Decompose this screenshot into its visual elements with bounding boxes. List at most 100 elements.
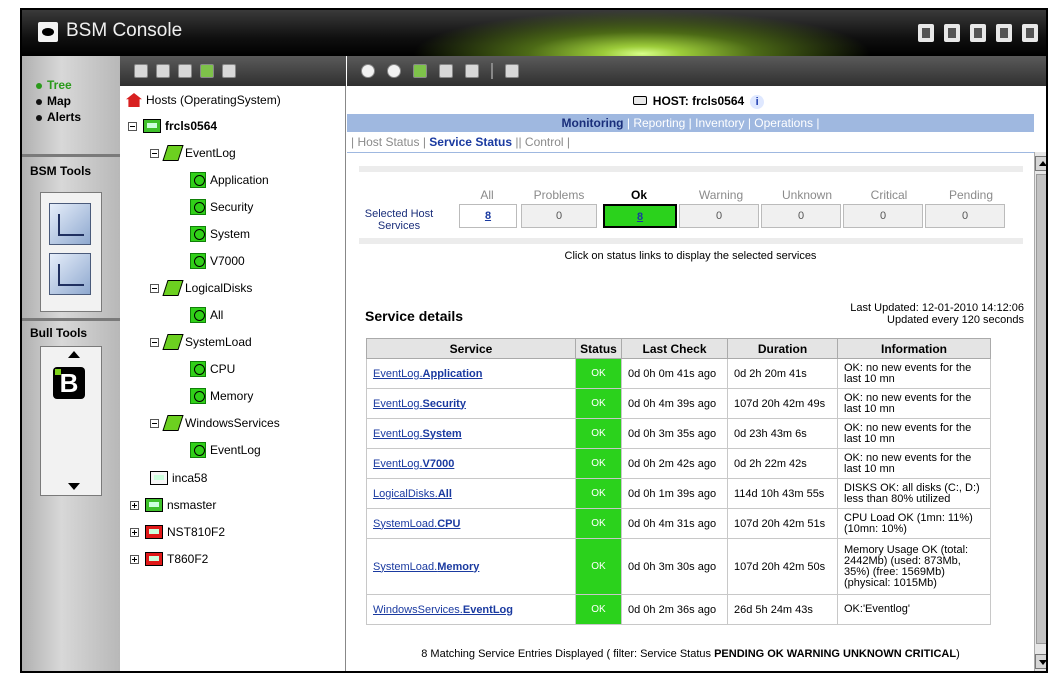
tree-service-item[interactable]: V7000 — [190, 251, 245, 271]
nav-tree-link[interactable]: Tree — [36, 78, 72, 92]
nav-alerts-link[interactable]: Alerts — [36, 110, 81, 124]
last-check-cell: 0d 0h 3m 30s ago — [621, 538, 728, 595]
collapse-icon[interactable] — [150, 418, 159, 428]
pointer-icon[interactable] — [222, 64, 236, 78]
tree-group-eventlog[interactable]: EventLog — [150, 143, 236, 163]
column-header[interactable]: Information — [837, 338, 991, 359]
service-link-name[interactable]: V7000 — [423, 458, 455, 470]
summary-header: Ok — [630, 188, 647, 202]
service-link[interactable]: EventLog. — [373, 458, 423, 470]
tree-host-nsmaster[interactable]: nsmaster — [130, 495, 216, 515]
tree-service-item[interactable]: EventLog — [190, 440, 261, 460]
collapse-icon[interactable] — [128, 121, 137, 131]
top-toolbar — [918, 24, 1038, 42]
information-cell: DISKS OK: all disks (C:, D:) less than 8… — [837, 478, 991, 509]
service-link-name[interactable]: System — [423, 428, 462, 440]
document-icon[interactable] — [944, 24, 960, 42]
bsm-tools-box — [40, 192, 102, 312]
chart-tool-icon[interactable] — [49, 203, 91, 245]
service-link-name[interactable]: EventLog — [463, 604, 513, 616]
nav-map-link[interactable]: Map — [36, 94, 71, 108]
column-header[interactable]: Status — [575, 338, 622, 359]
service-link[interactable]: EventLog. — [373, 368, 423, 380]
service-link[interactable]: EventLog. — [373, 428, 423, 440]
back-icon[interactable] — [361, 64, 375, 78]
service-link[interactable]: LogicalDisks. — [373, 488, 438, 500]
tree-service-item[interactable]: CPU — [190, 359, 235, 379]
table-row: SystemLoad.CPU OK 0d 0h 4m 31s ago 107d 20h… — [366, 508, 991, 539]
tab-monitoring[interactable]: Monitoring — [562, 116, 624, 130]
tree-group-logicaldisks[interactable]: LogicalDisks — [150, 278, 252, 298]
scroll-down-button[interactable] — [1035, 654, 1046, 669]
main-panel: HOST: frcls0564 i Monitoring | Reporting … — [347, 86, 1046, 671]
service-cell: SystemLoad.Memory — [366, 538, 576, 595]
tree-service-item[interactable]: System — [190, 224, 250, 244]
count-all-link[interactable]: 8 — [459, 204, 517, 228]
exit-icon[interactable] — [1022, 24, 1038, 42]
service-link[interactable]: EventLog. — [373, 398, 423, 410]
filter-icon[interactable] — [156, 64, 170, 78]
tree-host-nst810f2[interactable]: NST810F2 — [130, 522, 225, 542]
service-cell: EventLog.Application — [366, 358, 576, 389]
refresh-icon[interactable] — [970, 24, 986, 42]
tab-operations[interactable]: Operations — [754, 116, 813, 130]
subtab-host-status[interactable]: Host Status — [357, 135, 419, 149]
tree-host-t860f2[interactable]: T860F2 — [130, 549, 208, 569]
column-header[interactable]: Last Check — [621, 338, 728, 359]
refresh-tree-icon[interactable] — [200, 64, 214, 78]
tab-reporting[interactable]: Reporting — [633, 116, 685, 130]
scroll-up-button[interactable] — [1035, 156, 1046, 171]
service-link-name[interactable]: Memory — [437, 561, 479, 573]
scroll-thumb[interactable] — [1036, 174, 1046, 644]
collapse-icon[interactable] — [150, 337, 159, 347]
tree-service-item[interactable]: Application — [190, 170, 269, 190]
tree-service-item[interactable]: Memory — [190, 386, 253, 406]
service-link[interactable]: SystemLoad. — [373, 518, 437, 530]
home-icon[interactable] — [465, 64, 479, 78]
vertical-scrollbar[interactable] — [1034, 152, 1046, 671]
collapse-icon[interactable] — [150, 283, 159, 293]
tab-inventory[interactable]: Inventory — [695, 116, 744, 130]
tree-view-icon[interactable] — [134, 64, 148, 78]
bull-logo-icon[interactable]: B — [53, 367, 85, 399]
tree-service-item[interactable]: Security — [190, 197, 253, 217]
collapse-icon[interactable] — [150, 148, 159, 158]
view-icon[interactable] — [439, 64, 453, 78]
scroll-down-icon[interactable] — [68, 483, 80, 490]
status-cell: OK — [575, 478, 622, 509]
tree-host-inca58[interactable]: inca58 — [150, 468, 207, 488]
bsm-tools-heading: BSM Tools — [30, 164, 92, 178]
tree-group-systemload[interactable]: SystemLoad — [150, 332, 252, 352]
bull-tools-heading: Bull Tools — [30, 326, 88, 340]
service-link-name[interactable]: CPU — [437, 518, 460, 530]
count-ok-link[interactable]: 8 — [603, 204, 677, 228]
status-cell: OK — [575, 418, 622, 449]
subtab-control[interactable]: Control — [525, 135, 564, 149]
expand-icon[interactable] — [130, 554, 139, 564]
expand-icon[interactable] — [130, 500, 139, 510]
server-tool-icon[interactable] — [49, 253, 91, 295]
service-link[interactable]: WindowsServices. — [373, 604, 463, 616]
tree-root[interactable]: Hosts (OperatingSystem) — [126, 90, 281, 110]
information-cell: OK: no new events for the last 10 mn — [837, 358, 991, 389]
tools-icon[interactable] — [918, 24, 934, 42]
tree-service-item[interactable]: All — [190, 305, 223, 325]
forward-icon[interactable] — [387, 64, 401, 78]
service-link-name[interactable]: Application — [423, 368, 483, 380]
column-header[interactable]: Service — [366, 338, 576, 359]
column-header[interactable]: Duration — [727, 338, 838, 359]
service-link-name[interactable]: All — [438, 488, 452, 500]
service-link-name[interactable]: Security — [423, 398, 466, 410]
scroll-up-icon[interactable] — [68, 351, 80, 358]
tree-host-frcls0564[interactable]: frcls0564 — [128, 116, 217, 136]
subtab-service-status[interactable]: Service Status — [429, 135, 512, 149]
service-link[interactable]: SystemLoad. — [373, 561, 437, 573]
window-icon[interactable] — [505, 64, 519, 78]
tree-group-windowsservices[interactable]: WindowsServices — [150, 413, 280, 433]
info-icon[interactable]: i — [750, 95, 765, 109]
find-icon[interactable] — [178, 64, 192, 78]
expand-icon[interactable] — [130, 527, 139, 537]
settings-icon[interactable] — [996, 24, 1012, 42]
duration-cell: 107d 20h 42m 49s — [727, 388, 838, 419]
reload-icon[interactable] — [413, 64, 427, 78]
